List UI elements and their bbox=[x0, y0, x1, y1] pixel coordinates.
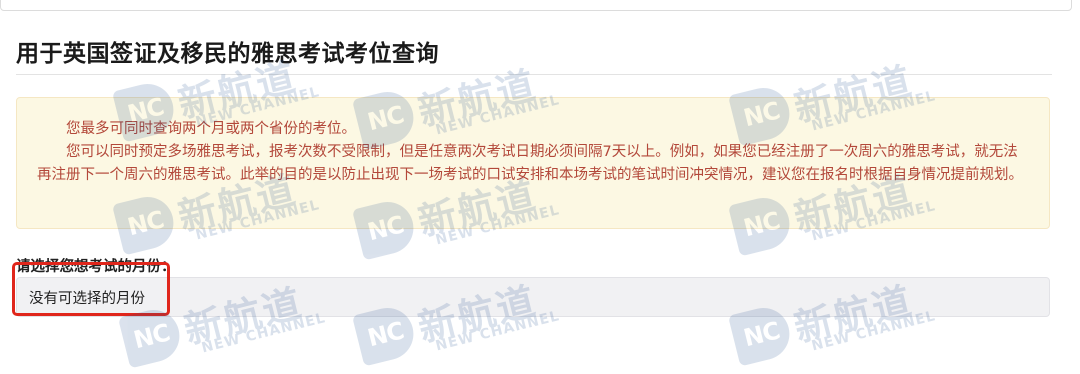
title-divider bbox=[16, 74, 1052, 75]
notice-line-1: 您最多可同时查询两个月或两个省份的考位。 bbox=[66, 121, 356, 137]
notice-line-2: 您可以同时预定多场雅思考试，报考次数不受限制，但是任意两次考试日期必须间隔7天以… bbox=[37, 144, 1023, 183]
month-select-label: 请选择您想考试的月份： bbox=[16, 259, 176, 275]
page-title: 用于英国签证及移民的雅思考试考位查询 bbox=[16, 41, 439, 67]
month-select[interactable]: 没有可选择的月份 bbox=[16, 277, 1050, 317]
top-panel bbox=[0, 0, 1072, 11]
month-select-value: 没有可选择的月份 bbox=[29, 290, 145, 307]
notice-box: 您最多可同时查询两个月或两个省份的考位。 您可以同时预定多场雅思考试，报考次数不… bbox=[16, 97, 1050, 229]
